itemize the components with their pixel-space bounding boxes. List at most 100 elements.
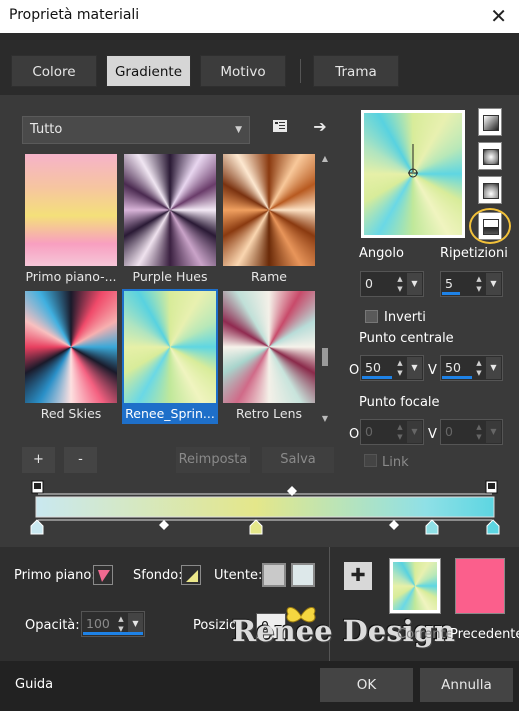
resource-manager-icon[interactable] (270, 118, 290, 138)
window-title: Proprietà materiali (9, 7, 140, 23)
tab-motivo[interactable]: Motivo (200, 55, 286, 87)
scroll-up-icon[interactable]: ▲ (318, 154, 332, 166)
category-selected: Tutto (30, 122, 63, 137)
position-label: Posizio (193, 618, 238, 633)
focal-h-spinner[interactable]: 0 ▲ ▼ ▼ (360, 419, 424, 445)
gradient-swatch (124, 291, 216, 403)
gallery-item[interactable]: Red Skies (23, 289, 119, 424)
angle-label: Angolo (359, 246, 404, 261)
gallery-item-label: Purple Hues (132, 269, 208, 284)
category-dropdown[interactable]: Tutto ▼ (22, 116, 250, 144)
close-icon[interactable]: ✕ (490, 4, 507, 28)
gallery-item[interactable]: Primo piano-... (23, 152, 119, 287)
center-v-label: V (428, 363, 437, 378)
add-swatch-button[interactable]: ✚ (344, 562, 372, 590)
tab-trama[interactable]: Trama (313, 55, 399, 87)
opacity-label: Opacità: (25, 618, 80, 633)
gallery-item[interactable]: Purple Hues (122, 152, 218, 287)
butterfly-icon (286, 607, 316, 623)
foreground-label: Primo piano: (14, 568, 96, 583)
remove-gradient-button[interactable]: - (64, 447, 97, 473)
gallery-item[interactable]: Rame (221, 152, 317, 287)
chevron-down-icon[interactable]: ▼ (407, 273, 422, 295)
center-v-spinner[interactable]: 50 ▲ ▼ ▼ (440, 355, 503, 381)
repeats-level-bar (442, 292, 460, 295)
gradient-editor[interactable] (28, 480, 502, 536)
scrollbar-thumb[interactable] (322, 348, 328, 366)
focal-point-label: Punto focale (359, 395, 440, 410)
foreground-swatch[interactable] (93, 565, 113, 585)
spin-arrows-icon[interactable]: ▲ ▼ (115, 614, 127, 634)
chevron-down-icon[interactable]: ▼ (486, 273, 501, 295)
gallery-item-label: Red Skies (40, 406, 102, 421)
chevron-down-icon[interactable]: ▼ (486, 421, 501, 443)
gradient-preview[interactable] (361, 110, 465, 238)
focal-v-spinner[interactable]: 0 ▲ ▼ ▼ (440, 419, 503, 445)
spin-arrows-icon[interactable]: ▲ ▼ (394, 358, 406, 378)
center-h-value: 50 (365, 360, 381, 375)
opacity-stop-right[interactable] (485, 480, 498, 494)
scroll-down-icon[interactable]: ▼ (318, 414, 332, 426)
gallery-item[interactable]: Renee_Sprin... (122, 289, 218, 424)
focal-h-value: 0 (365, 424, 373, 439)
spin-arrows-icon[interactable]: ▲ ▼ (394, 422, 406, 442)
previous-swatch[interactable] (455, 558, 505, 614)
color-stop[interactable] (249, 519, 263, 535)
user-swatch-alt[interactable] (291, 563, 315, 587)
current-gradient (393, 562, 437, 610)
invert-checkbox[interactable] (365, 310, 378, 323)
spin-arrows-icon[interactable]: ▲ ▼ (473, 422, 485, 442)
link-label: Link (382, 455, 409, 470)
spin-arrows-icon[interactable]: ▲ ▼ (394, 274, 406, 294)
title-bar: Proprietà materiali ✕ (0, 0, 519, 33)
save-button[interactable]: Salva (262, 447, 334, 473)
highlight-circle (469, 208, 511, 244)
invert-label: Inverti (384, 310, 426, 325)
ok-button[interactable]: OK (320, 668, 413, 702)
link-checkbox[interactable] (364, 454, 377, 467)
center-h-label: O (349, 363, 360, 378)
gallery-item-label: Primo piano-... (25, 269, 117, 284)
sunburst-style-icon[interactable] (478, 176, 502, 204)
help-link[interactable]: Guida (15, 677, 53, 692)
gradient-swatch (223, 154, 315, 266)
current-swatch[interactable] (389, 558, 441, 614)
gradient-gallery: Primo piano-... Purple Hues Rame Red Ski… (22, 152, 318, 428)
color-stop[interactable] (30, 519, 44, 535)
background-swatch[interactable] (181, 565, 201, 585)
gallery-item-label: Retro Lens (235, 406, 303, 421)
chevron-down-icon[interactable]: ▼ (407, 421, 422, 443)
center-v-value: 50 (445, 360, 461, 375)
repeats-label: Ripetizioni (440, 246, 508, 261)
reset-button[interactable]: Reimposta (176, 447, 250, 473)
opacity-value: 100 (86, 616, 110, 631)
arrow-right-icon[interactable]: ➔ (310, 117, 330, 137)
color-stop[interactable] (486, 519, 500, 535)
spin-arrows-icon[interactable]: ▲ ▼ (473, 274, 485, 294)
chevron-down-icon[interactable]: ▼ (486, 357, 501, 379)
gallery-scrollbar[interactable]: ▲ ▼ (318, 152, 332, 428)
color-midpoint[interactable] (389, 520, 399, 530)
chevron-down-icon[interactable]: ▼ (407, 357, 422, 379)
opacity-level-bar (83, 632, 143, 635)
center-v-level-bar (442, 376, 472, 379)
color-stop[interactable] (425, 519, 439, 535)
repeats-spinner[interactable]: 5 ▲ ▼ ▼ (440, 271, 503, 297)
center-crosshair-icon[interactable] (361, 110, 465, 238)
linear-style-icon[interactable] (478, 108, 502, 136)
opacity-stop-left[interactable] (31, 480, 44, 494)
tab-colore[interactable]: Colore (11, 55, 97, 87)
gallery-item[interactable]: Retro Lens (221, 289, 317, 424)
add-gradient-button[interactable]: + (22, 447, 55, 473)
rectangular-style-icon[interactable] (478, 142, 502, 170)
opacity-spinner[interactable]: 100 ▲ ▼ ▼ (81, 611, 145, 637)
tab-separator (300, 59, 301, 83)
color-midpoint[interactable] (159, 520, 169, 530)
center-h-spinner[interactable]: 50 ▲ ▼ ▼ (360, 355, 424, 381)
cancel-button[interactable]: Annulla (420, 668, 513, 702)
user-swatch[interactable] (262, 563, 286, 587)
tab-gradiente[interactable]: Gradiente (106, 55, 191, 87)
spin-arrows-icon[interactable]: ▲ ▼ (473, 358, 485, 378)
center-point-label: Punto centrale (359, 331, 454, 346)
angle-spinner[interactable]: 0 ▲ ▼ ▼ (360, 271, 424, 297)
